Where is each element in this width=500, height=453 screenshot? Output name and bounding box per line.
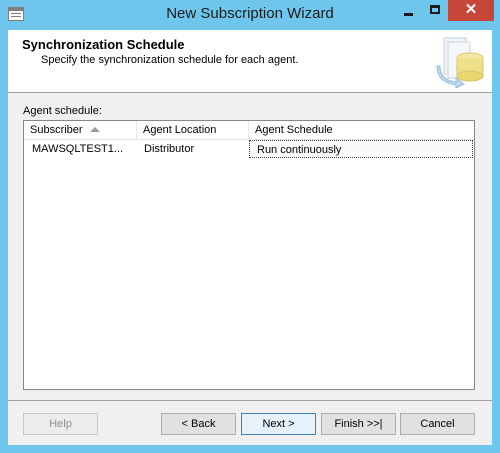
wizard-client-area: Synchronization Schedule Specify the syn… — [8, 30, 492, 445]
maximize-icon — [430, 5, 440, 14]
finish-button[interactable]: Finish >>| — [321, 413, 396, 435]
title-bar[interactable]: New Subscription Wizard ✕ — [0, 0, 500, 30]
wizard-window: New Subscription Wizard ✕ Synchronizatio… — [0, 0, 500, 453]
minimize-button[interactable] — [395, 0, 422, 21]
agent-schedule-grid[interactable]: Subscriber Agent Location Agent Schedule… — [23, 120, 475, 390]
maximize-button[interactable] — [422, 0, 448, 21]
page-subtitle: Specify the synchronization schedule for… — [41, 54, 299, 66]
cell-agent-schedule[interactable]: Run continuously — [249, 140, 473, 158]
close-icon: ✕ — [464, 1, 478, 18]
wizard-database-icon — [436, 37, 484, 88]
column-header-label: Agent Location — [143, 124, 217, 136]
next-button[interactable]: Next > — [241, 413, 316, 435]
agent-schedule-label: Agent schedule: — [23, 105, 102, 117]
column-header-label: Subscriber — [30, 124, 83, 136]
column-header-agent-schedule[interactable]: Agent Schedule — [249, 121, 474, 139]
page-title: Synchronization Schedule — [22, 37, 185, 52]
column-header-label: Agent Schedule — [255, 124, 333, 136]
footer-divider — [8, 400, 492, 401]
grid-header: Subscriber Agent Location Agent Schedule — [24, 121, 474, 140]
sort-ascending-icon — [90, 127, 100, 132]
help-button[interactable]: Help — [23, 413, 98, 435]
table-row[interactable]: MAWSQLTEST1... Distributor Run continuou… — [24, 140, 474, 158]
back-button[interactable]: < Back — [161, 413, 236, 435]
cell-agent-location[interactable]: Distributor — [137, 140, 249, 158]
column-header-agent-location[interactable]: Agent Location — [137, 121, 249, 139]
minimize-icon — [404, 13, 413, 16]
cell-subscriber[interactable]: MAWSQLTEST1... — [24, 140, 137, 158]
cancel-button[interactable]: Cancel — [400, 413, 475, 435]
wizard-header: Synchronization Schedule Specify the syn… — [8, 30, 492, 93]
column-header-subscriber[interactable]: Subscriber — [24, 121, 137, 139]
close-button[interactable]: ✕ — [448, 0, 494, 21]
